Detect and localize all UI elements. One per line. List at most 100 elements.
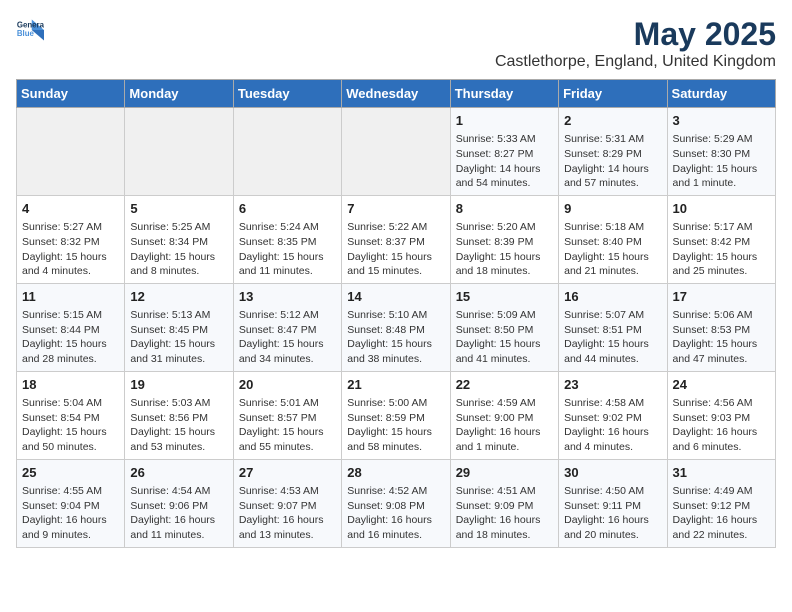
- day-info: Sunset: 9:09 PM: [456, 499, 553, 514]
- calendar-week-2: 4Sunrise: 5:27 AMSunset: 8:32 PMDaylight…: [17, 195, 776, 283]
- day-info: Sunset: 9:12 PM: [673, 499, 770, 514]
- day-info: Sunset: 8:53 PM: [673, 323, 770, 338]
- day-info: Sunrise: 5:13 AM: [130, 308, 227, 323]
- day-info: Sunrise: 4:54 AM: [130, 484, 227, 499]
- day-info: Sunrise: 5:03 AM: [130, 396, 227, 411]
- day-number: 16: [564, 288, 661, 306]
- day-info: Sunrise: 4:55 AM: [22, 484, 119, 499]
- day-info: Sunrise: 5:17 AM: [673, 220, 770, 235]
- calendar-header-row: SundayMondayTuesdayWednesdayThursdayFrid…: [17, 80, 776, 108]
- svg-text:Blue: Blue: [17, 29, 35, 38]
- day-info: Daylight: 16 hours: [130, 513, 227, 528]
- day-info: and 34 minutes.: [239, 352, 336, 367]
- calendar-cell: 20Sunrise: 5:01 AMSunset: 8:57 PMDayligh…: [233, 371, 341, 459]
- calendar-cell: 17Sunrise: 5:06 AMSunset: 8:53 PMDayligh…: [667, 283, 775, 371]
- day-info: and 21 minutes.: [564, 264, 661, 279]
- day-info: Sunrise: 5:00 AM: [347, 396, 444, 411]
- day-info: Daylight: 15 hours: [564, 250, 661, 265]
- calendar-cell: 24Sunrise: 4:56 AMSunset: 9:03 PMDayligh…: [667, 371, 775, 459]
- page-header: General Blue May 2025 Castlethorpe, Engl…: [16, 16, 776, 71]
- day-info: Sunrise: 5:01 AM: [239, 396, 336, 411]
- calendar-cell: 21Sunrise: 5:00 AMSunset: 8:59 PMDayligh…: [342, 371, 450, 459]
- day-info: Sunset: 9:11 PM: [564, 499, 661, 514]
- day-info: Sunset: 8:47 PM: [239, 323, 336, 338]
- day-number: 29: [456, 464, 553, 482]
- day-info: Sunrise: 5:27 AM: [22, 220, 119, 235]
- day-info: Daylight: 15 hours: [673, 250, 770, 265]
- day-info: and 18 minutes.: [456, 528, 553, 543]
- calendar-cell: 2Sunrise: 5:31 AMSunset: 8:29 PMDaylight…: [559, 108, 667, 196]
- day-info: Sunset: 9:07 PM: [239, 499, 336, 514]
- calendar-table: SundayMondayTuesdayWednesdayThursdayFrid…: [16, 79, 776, 548]
- day-info: Sunset: 8:37 PM: [347, 235, 444, 250]
- day-info: and 1 minute.: [673, 176, 770, 191]
- day-info: Daylight: 15 hours: [347, 425, 444, 440]
- day-info: Sunset: 8:32 PM: [22, 235, 119, 250]
- calendar-cell: 16Sunrise: 5:07 AMSunset: 8:51 PMDayligh…: [559, 283, 667, 371]
- day-info: Daylight: 15 hours: [22, 250, 119, 265]
- day-info: Sunset: 8:30 PM: [673, 147, 770, 162]
- calendar-cell: 19Sunrise: 5:03 AMSunset: 8:56 PMDayligh…: [125, 371, 233, 459]
- day-info: Daylight: 15 hours: [130, 337, 227, 352]
- day-info: Sunrise: 5:33 AM: [456, 132, 553, 147]
- day-info: and 22 minutes.: [673, 528, 770, 543]
- day-info: Daylight: 15 hours: [347, 250, 444, 265]
- day-number: 26: [130, 464, 227, 482]
- calendar-week-5: 25Sunrise: 4:55 AMSunset: 9:04 PMDayligh…: [17, 459, 776, 547]
- day-info: Sunset: 9:08 PM: [347, 499, 444, 514]
- calendar-body: 1Sunrise: 5:33 AMSunset: 8:27 PMDaylight…: [17, 108, 776, 548]
- calendar-cell: [125, 108, 233, 196]
- calendar-cell: 8Sunrise: 5:20 AMSunset: 8:39 PMDaylight…: [450, 195, 558, 283]
- day-info: Sunset: 9:03 PM: [673, 411, 770, 426]
- day-number: 15: [456, 288, 553, 306]
- day-info: and 6 minutes.: [673, 440, 770, 455]
- day-info: and 4 minutes.: [564, 440, 661, 455]
- calendar-cell: 6Sunrise: 5:24 AMSunset: 8:35 PMDaylight…: [233, 195, 341, 283]
- day-info: Sunrise: 4:58 AM: [564, 396, 661, 411]
- day-info: Daylight: 16 hours: [239, 513, 336, 528]
- column-header-sunday: Sunday: [17, 80, 125, 108]
- day-info: and 38 minutes.: [347, 352, 444, 367]
- day-info: Sunset: 8:57 PM: [239, 411, 336, 426]
- day-number: 19: [130, 376, 227, 394]
- column-header-friday: Friday: [559, 80, 667, 108]
- column-header-monday: Monday: [125, 80, 233, 108]
- calendar-cell: 29Sunrise: 4:51 AMSunset: 9:09 PMDayligh…: [450, 459, 558, 547]
- day-info: Sunset: 9:04 PM: [22, 499, 119, 514]
- day-info: Daylight: 14 hours: [564, 162, 661, 177]
- day-number: 11: [22, 288, 119, 306]
- column-header-saturday: Saturday: [667, 80, 775, 108]
- day-number: 4: [22, 200, 119, 218]
- day-info: Sunset: 8:45 PM: [130, 323, 227, 338]
- calendar-cell: 9Sunrise: 5:18 AMSunset: 8:40 PMDaylight…: [559, 195, 667, 283]
- day-info: and 16 minutes.: [347, 528, 444, 543]
- day-number: 31: [673, 464, 770, 482]
- column-header-tuesday: Tuesday: [233, 80, 341, 108]
- day-info: Sunrise: 5:09 AM: [456, 308, 553, 323]
- day-info: Sunset: 9:02 PM: [564, 411, 661, 426]
- calendar-week-1: 1Sunrise: 5:33 AMSunset: 8:27 PMDaylight…: [17, 108, 776, 196]
- day-info: Daylight: 16 hours: [456, 513, 553, 528]
- calendar-cell: 11Sunrise: 5:15 AMSunset: 8:44 PMDayligh…: [17, 283, 125, 371]
- day-info: Sunset: 8:50 PM: [456, 323, 553, 338]
- day-info: and 58 minutes.: [347, 440, 444, 455]
- day-info: Daylight: 15 hours: [239, 250, 336, 265]
- day-info: Sunrise: 5:04 AM: [22, 396, 119, 411]
- day-info: and 55 minutes.: [239, 440, 336, 455]
- day-info: Daylight: 15 hours: [239, 425, 336, 440]
- day-info: Daylight: 16 hours: [673, 513, 770, 528]
- calendar-cell: 5Sunrise: 5:25 AMSunset: 8:34 PMDaylight…: [125, 195, 233, 283]
- day-info: Daylight: 15 hours: [456, 337, 553, 352]
- day-number: 6: [239, 200, 336, 218]
- day-info: Sunrise: 5:15 AM: [22, 308, 119, 323]
- day-info: Daylight: 15 hours: [456, 250, 553, 265]
- title-block: May 2025 Castlethorpe, England, United K…: [495, 16, 776, 71]
- day-number: 30: [564, 464, 661, 482]
- calendar-cell: 12Sunrise: 5:13 AMSunset: 8:45 PMDayligh…: [125, 283, 233, 371]
- day-info: Sunset: 8:35 PM: [239, 235, 336, 250]
- day-info: Daylight: 15 hours: [673, 337, 770, 352]
- day-info: and 20 minutes.: [564, 528, 661, 543]
- calendar-cell: 22Sunrise: 4:59 AMSunset: 9:00 PMDayligh…: [450, 371, 558, 459]
- calendar-cell: 30Sunrise: 4:50 AMSunset: 9:11 PMDayligh…: [559, 459, 667, 547]
- day-info: and 25 minutes.: [673, 264, 770, 279]
